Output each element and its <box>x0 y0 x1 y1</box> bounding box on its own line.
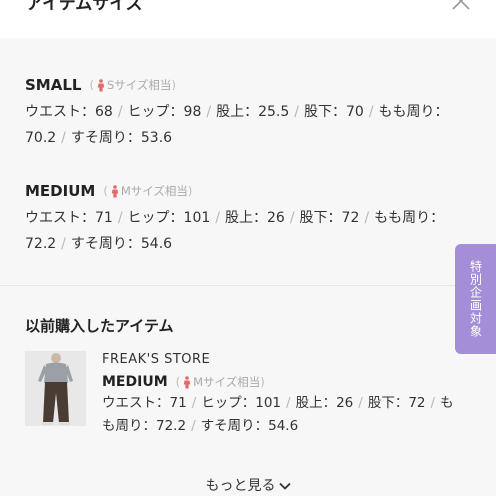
size-block-small: SMALL ( Sサイズ相当 ) ウエスト：68/ヒップ：98/股上：25.5/… <box>25 76 475 151</box>
brand-name[interactable]: FREAK'S STORE <box>102 352 472 367</box>
size-name: MEDIUM <box>102 374 168 390</box>
show-more-label: もっと見る <box>205 478 276 494</box>
section-divider <box>0 285 455 286</box>
modal-title: アイテムサイズ <box>26 0 143 14</box>
close-icon[interactable] <box>450 0 472 12</box>
person-icon <box>111 184 119 197</box>
size-block-medium: MEDIUM ( Mサイズ相当 ) ウエスト：71/ヒップ：101/股上：26/… <box>25 182 475 257</box>
modal-header: アイテムサイズ <box>0 0 496 38</box>
measurements-medium: ウエスト：71/ヒップ：101/股上：26/股下：72/もも周り：72.2/すそ… <box>25 210 445 252</box>
person-icon <box>97 78 105 91</box>
measurements-previous: ウエスト：71/ヒップ：101/股上：26/股下：72/もも周り：72.2/すそ… <box>102 395 454 434</box>
previous-items-title: 以前購入したアイテム <box>25 317 174 335</box>
person-icon <box>183 375 191 388</box>
special-campaign-tab[interactable]: 特別企画対象 <box>455 244 496 354</box>
size-equivalent: ( Mサイズ相当 ) <box>175 375 265 389</box>
product-thumbnail[interactable] <box>25 351 86 426</box>
show-more-link[interactable]: もっと見る <box>0 475 496 495</box>
previous-item-info: FREAK'S STORE MEDIUM ( Mサイズ相当 ) ウエスト：71/… <box>102 352 472 438</box>
chevron-down-icon <box>278 482 291 490</box>
model-figure-image <box>25 351 86 426</box>
size-equivalent: ( Mサイズ相当 ) <box>103 184 193 198</box>
measurements-small: ウエスト：68/ヒップ：98/股上：25.5/股下：70/もも周り：70.2/す… <box>25 104 449 146</box>
size-name: SMALL <box>25 76 82 94</box>
size-equivalent: ( Sサイズ相当 ) <box>89 78 176 92</box>
size-name: MEDIUM <box>25 182 96 200</box>
